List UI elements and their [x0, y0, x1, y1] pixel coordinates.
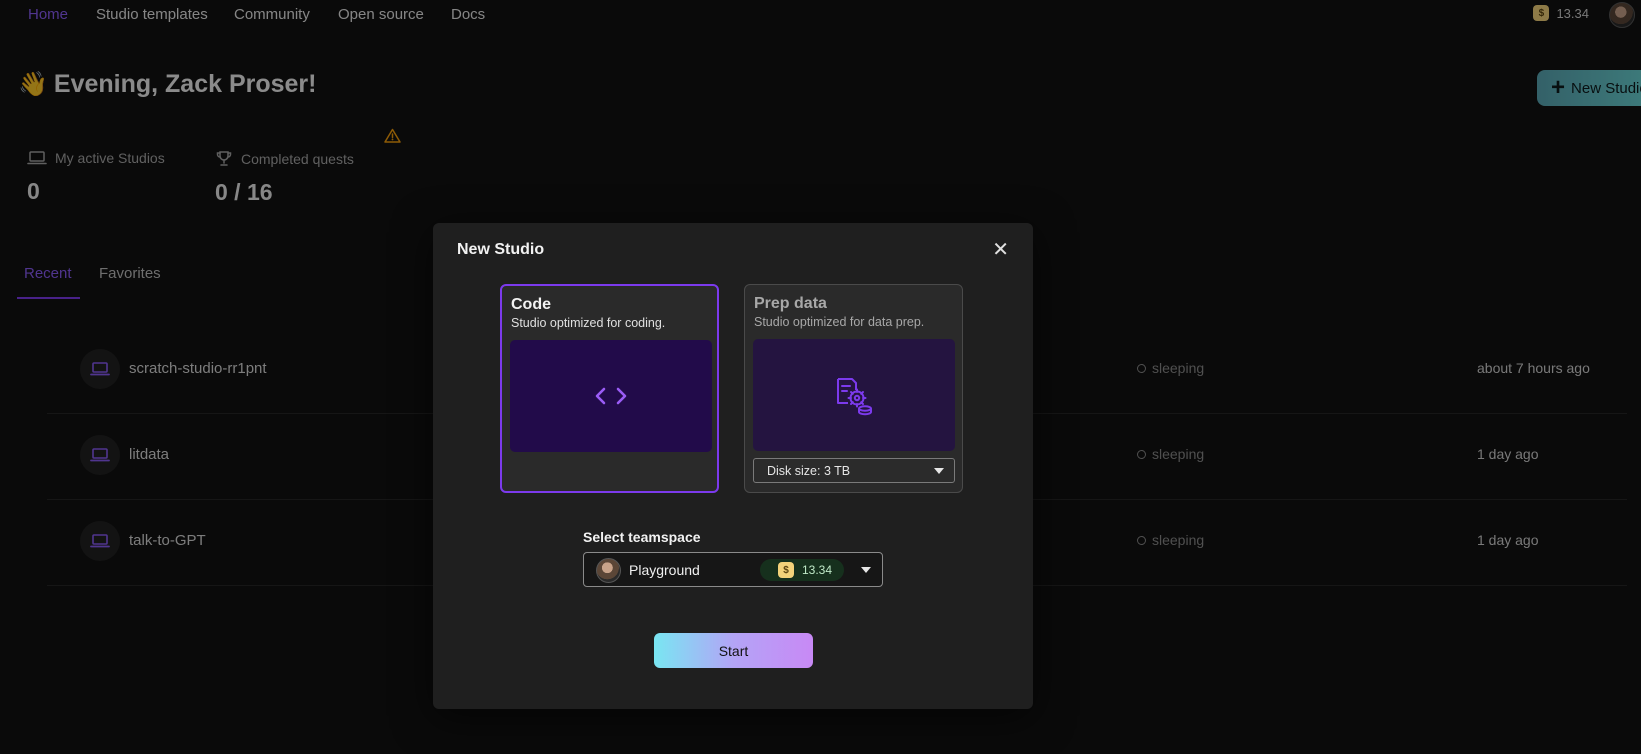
coin-icon: $ [778, 562, 794, 578]
studio-option-prep-data[interactable]: Prep data Studio optimized for data prep… [744, 284, 963, 493]
option-description: Studio optimized for coding. [511, 316, 666, 330]
option-description: Studio optimized for data prep. [754, 315, 925, 329]
teamspace-credits-badge: $ 13.34 [760, 559, 844, 581]
disk-size-select[interactable]: Disk size: 3 TB [753, 458, 955, 483]
teamspace-credits: 13.34 [802, 563, 833, 577]
code-icon [595, 387, 627, 405]
option-preview [753, 339, 955, 451]
new-studio-modal: New Studio ✕ Code Studio optimized for c… [433, 223, 1033, 709]
start-button[interactable]: Start [654, 633, 813, 668]
option-preview [510, 340, 712, 452]
teamspace-name: Playground [629, 562, 700, 578]
studio-option-code[interactable]: Code Studio optimized for coding. [500, 284, 719, 493]
close-icon[interactable]: ✕ [992, 237, 1009, 262]
teamspace-avatar [596, 558, 621, 583]
disk-size-value: Disk size: 3 TB [767, 463, 851, 478]
data-prep-icon [837, 378, 872, 416]
option-title: Prep data [754, 295, 827, 312]
chevron-down-icon [861, 567, 871, 573]
teamspace-label: Select teamspace [583, 529, 701, 545]
teamspace-select[interactable]: Playground $ 13.34 [583, 552, 883, 587]
option-title: Code [511, 296, 551, 313]
chevron-down-icon [934, 467, 944, 474]
modal-title: New Studio [457, 241, 545, 258]
